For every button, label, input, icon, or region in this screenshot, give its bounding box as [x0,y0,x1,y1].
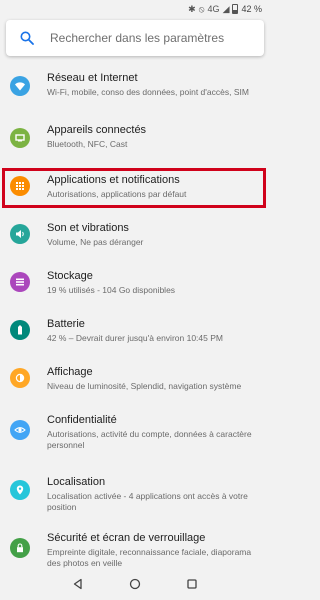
recents-icon[interactable] [182,574,202,594]
lock-icon [10,538,30,558]
settings-item-sound[interactable]: Son et vibrations Volume, Ne pas dérange… [0,218,270,266]
search-icon [16,27,38,49]
bluetooth-icon: ✱ [188,3,196,14]
settings-item-subtitle: Empreinte digitale, reconnaissance facia… [47,547,252,568]
settings-item-display[interactable]: Affichage Niveau de luminosité, Splendid… [0,362,270,410]
settings-item-title: Appareils connectés [47,124,147,136]
settings-item-title: Batterie [47,318,85,330]
navigation-bar [0,568,270,600]
settings-item-title: Stockage [47,270,93,282]
signal-icon: ◢ [222,3,230,14]
status-bar: ✱ ⦸ 4G ◢ 42 % [0,0,270,18]
battery-percent: 42 % [241,4,262,14]
settings-item-storage[interactable]: Stockage 19 % utilisés - 104 Go disponib… [0,266,270,314]
apps-grid-icon [10,176,30,196]
settings-item-title: Réseau et Internet [47,72,138,84]
settings-item-title: Localisation [47,476,106,488]
settings-item-privacy[interactable]: Confidentialité Autorisations, activité … [0,410,270,458]
storage-icon [10,272,30,292]
battery-status-icon [232,4,239,14]
settings-item-apps-notifications[interactable]: Applications et notifications Autorisati… [0,170,270,218]
settings-item-title: Sécurité et écran de verrouillage [47,532,206,544]
mute-icon: ⦸ [198,3,205,14]
settings-item-title: Affichage [47,366,93,378]
battery-icon [10,320,30,340]
settings-item-subtitle: Bluetooth, NFC, Cast [47,139,128,149]
settings-item-battery[interactable]: Batterie 42 % – Devrait durer jusqu'à en… [0,314,270,362]
back-icon[interactable] [68,574,88,594]
settings-item-subtitle: Wi-Fi, mobile, conso des données, point … [47,87,249,97]
volume-icon [10,224,30,244]
settings-item-subtitle: Autorisations, applications par défaut [47,189,187,199]
network-type: 4G [207,4,220,14]
search-input[interactable] [48,30,252,46]
settings-item-network[interactable]: Réseau et Internet Wi-Fi, mobile, conso … [0,66,270,114]
eye-icon [10,420,30,440]
settings-item-subtitle: Niveau de luminosité, Splendid, navigati… [47,381,242,391]
brightness-icon [10,368,30,388]
home-icon[interactable] [125,574,145,594]
settings-item-title: Applications et notifications [47,174,180,186]
devices-icon [10,128,30,148]
settings-item-subtitle: 42 % – Devrait durer jusqu'à environ 10:… [47,333,223,343]
wifi-icon [10,76,30,96]
settings-item-connected-devices[interactable]: Appareils connectés Bluetooth, NFC, Cast [0,122,270,170]
search-bar[interactable] [6,20,264,56]
settings-item-subtitle: Localisation activée - 4 applications on… [47,491,248,512]
settings-item-subtitle: 19 % utilisés - 104 Go disponibles [47,285,176,295]
settings-item-title: Confidentialité [47,414,117,426]
location-pin-icon [10,480,30,500]
settings-item-subtitle: Volume, Ne pas déranger [47,237,144,247]
settings-item-title: Son et vibrations [47,222,129,234]
settings-item-subtitle: Autorisations, activité du compte, donné… [47,429,252,450]
settings-item-location[interactable]: Localisation Localisation activée - 4 ap… [0,470,270,518]
